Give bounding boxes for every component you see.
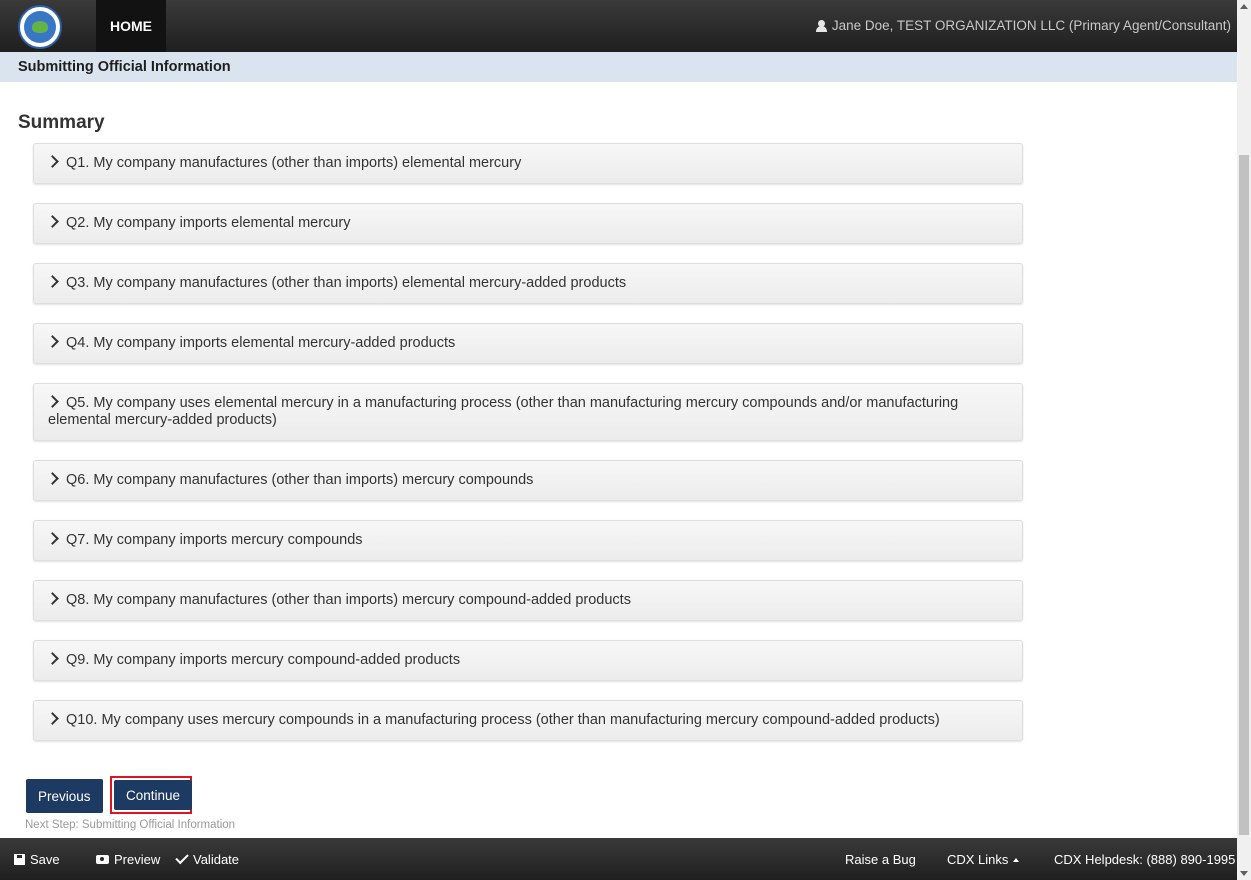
continue-button[interactable]: Continue <box>114 780 193 810</box>
epa-logo-icon[interactable] <box>18 5 62 49</box>
chevron-right-icon <box>46 335 59 348</box>
accordion-panel-q9[interactable]: Q9. My company imports mercury compound-… <box>33 640 1023 681</box>
accordion-panel-q6[interactable]: Q6. My company manufactures (other than … <box>33 460 1023 501</box>
chevron-right-icon <box>46 395 59 408</box>
chevron-right-icon <box>46 652 59 665</box>
raise-bug-link[interactable]: Raise a Bug <box>845 852 916 867</box>
accordion-panel-q5[interactable]: Q5. My company uses elemental mercury in… <box>33 383 1023 441</box>
question-label: Q4. My company imports elemental mercury… <box>66 335 456 351</box>
section-title-bar: Submitting Official Information <box>0 52 1237 82</box>
question-label: Q9. My company imports mercury compound-… <box>66 652 461 668</box>
home-nav-link[interactable]: HOME <box>96 0 166 52</box>
bottom-toolbar: Save Preview Validate Raise a Bug CDX Li… <box>0 838 1237 880</box>
accordion-panel-q1[interactable]: Q1. My company manufactures (other than … <box>33 143 1023 184</box>
chevron-right-icon <box>46 155 59 168</box>
accordion-panel-q10[interactable]: Q10. My company uses mercury compounds i… <box>33 700 1023 741</box>
chevron-right-icon <box>46 532 59 545</box>
caret-up-icon <box>1013 857 1020 862</box>
validate-label: Validate <box>193 852 240 867</box>
chevron-right-icon <box>46 275 59 288</box>
save-label: Save <box>30 852 60 867</box>
raise-bug-label: Raise a Bug <box>845 852 916 867</box>
save-button[interactable]: Save <box>14 852 60 867</box>
chevron-right-icon <box>46 215 59 228</box>
question-label: Q5. My company uses elemental mercury in… <box>48 395 959 428</box>
cdx-links-label: CDX Links <box>947 852 1009 867</box>
camera-icon <box>96 855 109 864</box>
scroll-up-icon[interactable] <box>1240 4 1248 9</box>
next-step-hint: Next Step: Submitting Official Informati… <box>25 819 236 831</box>
checkmark-icon <box>175 850 189 865</box>
section-title: Submitting Official Information <box>18 59 231 75</box>
preview-button[interactable]: Preview <box>96 852 160 867</box>
question-label: Q7. My company imports mercury compounds <box>66 532 363 548</box>
summary-heading: Summary <box>18 112 105 133</box>
accordion-panel-q2[interactable]: Q2. My company imports elemental mercury <box>33 203 1023 244</box>
accordion-panel-q4[interactable]: Q4. My company imports elemental mercury… <box>33 323 1023 364</box>
chevron-right-icon <box>46 592 59 605</box>
vertical-scrollbar[interactable] <box>1237 0 1251 880</box>
question-label: Q1. My company manufactures (other than … <box>66 155 522 171</box>
question-label: Q8. My company manufactures (other than … <box>66 592 631 608</box>
user-account-menu[interactable]: Jane Doe, TEST ORGANIZATION LLC (Primary… <box>815 18 1231 33</box>
user-name-label: Jane Doe, TEST ORGANIZATION LLC (Primary… <box>831 18 1231 33</box>
accordion-panel-q7[interactable]: Q7. My company imports mercury compounds <box>33 520 1023 561</box>
chevron-right-icon <box>46 472 59 485</box>
question-label: Q10. My company uses mercury compounds i… <box>66 712 940 728</box>
scrollbar-thumb[interactable] <box>1239 155 1249 835</box>
question-label: Q3. My company manufactures (other than … <box>66 275 627 291</box>
previous-button[interactable]: Previous <box>26 779 103 813</box>
chevron-right-icon <box>46 712 59 725</box>
cdx-helpdesk-link[interactable]: CDX Helpdesk: (888) 890-1995 <box>1054 852 1235 867</box>
scroll-down-icon[interactable] <box>1240 871 1248 876</box>
save-icon <box>14 854 25 865</box>
validate-button[interactable]: Validate <box>175 850 240 867</box>
accordion-panel-q3[interactable]: Q3. My company manufactures (other than … <box>33 263 1023 304</box>
question-label: Q6. My company manufactures (other than … <box>66 472 534 488</box>
top-navbar: HOME Jane Doe, TEST ORGANIZATION LLC (Pr… <box>0 0 1237 52</box>
user-icon <box>815 19 827 32</box>
accordion-panel-q8[interactable]: Q8. My company manufactures (other than … <box>33 580 1023 621</box>
helpdesk-label: CDX Helpdesk: (888) 890-1995 <box>1054 852 1236 867</box>
preview-label: Preview <box>114 852 161 867</box>
question-label: Q2. My company imports elemental mercury <box>66 215 351 231</box>
cdx-links-dropdown[interactable]: CDX Links <box>947 852 1020 867</box>
